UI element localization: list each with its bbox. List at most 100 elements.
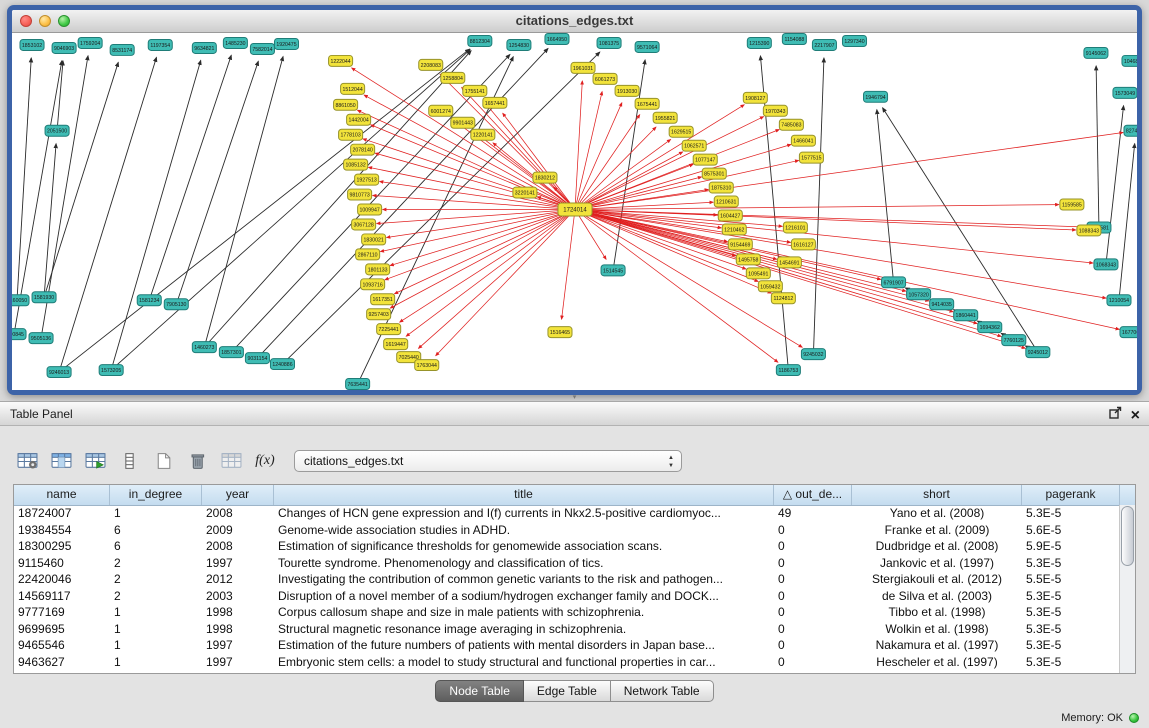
graph-node[interactable]: 1220141 — [471, 129, 495, 140]
graph-node[interactable]: 1495758 — [736, 254, 760, 265]
graph-node[interactable]: 9246013 — [47, 367, 71, 378]
column-header-pagerank[interactable]: pagerank — [1022, 485, 1120, 505]
table-row[interactable]: 1938455462009Genome-wide association stu… — [14, 522, 1120, 539]
graph-node[interactable]: 1186753 — [776, 365, 800, 376]
column-header-title[interactable]: title — [274, 485, 774, 505]
graph-node[interactable]: 2867110 — [356, 249, 380, 260]
table-row[interactable]: 2242004622012Investigating the contribut… — [14, 571, 1120, 588]
table-row[interactable]: 911546021997Tourette syndrome. Phenomeno… — [14, 555, 1120, 572]
graph-node[interactable]: 1616127 — [791, 239, 815, 250]
graph-node[interactable]: 1159585 — [1060, 199, 1084, 210]
graph-node[interactable]: 1778103 — [339, 129, 363, 140]
graph-node[interactable]: 9257403 — [367, 309, 391, 320]
table-row[interactable]: 969969511998Structural magnetic resonanc… — [14, 621, 1120, 638]
graph-node[interactable]: 1046820 — [1122, 55, 1137, 66]
column-header-name[interactable]: name — [14, 485, 110, 505]
graph-node[interactable]: 8861050 — [334, 99, 358, 110]
graph-node[interactable]: 2160050 — [12, 295, 29, 306]
graph-node[interactable]: 9245032 — [801, 349, 825, 360]
graph-node[interactable]: 1062571 — [682, 140, 706, 151]
zoom-window-button[interactable] — [58, 15, 70, 27]
graph-node[interactable]: 1617351 — [371, 294, 395, 305]
export-table-icon[interactable] — [82, 448, 108, 474]
graph-node[interactable]: 1857301 — [219, 347, 243, 358]
graph-node[interactable]: 9245012 — [1026, 347, 1050, 358]
minimize-window-button[interactable] — [39, 15, 51, 27]
graph-node[interactable]: 1197354 — [148, 39, 172, 50]
graph-node[interactable]: 9154469 — [728, 239, 752, 250]
graph-node[interactable]: 1454691 — [777, 257, 801, 268]
graph-node[interactable]: 1604427 — [718, 210, 742, 221]
graph-node[interactable]: 1955821 — [653, 112, 677, 123]
graph-node[interactable]: 2051500 — [45, 125, 69, 136]
graph-node[interactable]: 1860441 — [954, 310, 978, 321]
graph-node[interactable]: 1154088 — [782, 33, 806, 44]
graph-node[interactable]: 6791907 — [882, 277, 906, 288]
create-column-icon[interactable] — [150, 448, 176, 474]
graph-node[interactable]: 1210462 — [722, 224, 746, 235]
graph-node[interactable]: 6001274 — [429, 105, 453, 116]
graph-node[interactable]: 9046903 — [52, 42, 76, 53]
graph-node[interactable]: 1190845 — [12, 329, 26, 340]
tab-edge-table[interactable]: Edge Table — [524, 680, 611, 702]
graph-node[interactable]: 1059432 — [758, 281, 782, 292]
graph-node[interactable]: 7760125 — [1002, 335, 1026, 346]
graph-node[interactable]: 1853102 — [20, 39, 44, 50]
table-options-icon[interactable] — [14, 448, 40, 474]
column-header-out_degree[interactable]: △ out_de... — [774, 485, 852, 505]
graph-node[interactable]: 9901443 — [451, 117, 475, 128]
table-row[interactable]: 946362711997Embryonic stem cells: a mode… — [14, 654, 1120, 671]
graph-node[interactable]: 1085132 — [344, 159, 368, 170]
graph-node[interactable]: 1093716 — [361, 279, 385, 290]
graph-node[interactable]: 7582014 — [250, 43, 274, 54]
graph-node[interactable]: 1068343 — [1094, 259, 1118, 270]
graph-node[interactable]: 2208083 — [419, 59, 443, 70]
graph-node[interactable]: 1210054 — [1107, 295, 1131, 306]
graph-node[interactable]: 8812304 — [468, 35, 492, 46]
graph-node[interactable]: 2217907 — [812, 39, 836, 50]
graph-node[interactable]: 8575301 — [702, 168, 726, 179]
graph-node[interactable]: 1875310 — [709, 182, 733, 193]
network-graph[interactable]: 1853102904690317592048531174119735496348… — [12, 33, 1137, 390]
table-row[interactable]: 1872400712008Changes of HCN gene express… — [14, 505, 1120, 522]
graph-node[interactable]: 3220141 — [513, 187, 537, 198]
graph-node[interactable]: 1577515 — [799, 152, 823, 163]
graph-node[interactable]: 1009947 — [358, 204, 382, 215]
graph-node[interactable]: 1920475 — [274, 38, 298, 49]
graph-node[interactable]: 1619447 — [384, 339, 408, 350]
close-panel-icon[interactable]: × — [1131, 408, 1140, 423]
column-header-year[interactable]: year — [202, 485, 274, 505]
graph-node[interactable]: 1629515 — [669, 126, 693, 137]
network-canvas[interactable]: 1853102904690317592048531174119735496348… — [12, 33, 1137, 390]
graph-node[interactable]: 1514545 — [601, 265, 625, 276]
graph-node[interactable]: 1763044 — [415, 360, 439, 371]
graph-node[interactable]: 9634821 — [192, 42, 216, 53]
graph-node[interactable]: 1961031 — [571, 62, 595, 73]
float-panel-icon[interactable] — [1109, 406, 1122, 424]
tab-network-table[interactable]: Network Table — [611, 680, 714, 702]
graph-node[interactable]: 1516465 — [548, 327, 572, 338]
graph-node[interactable]: 1254830 — [507, 39, 531, 50]
graph-node[interactable]: 1222044 — [329, 55, 353, 66]
graph-node[interactable]: 7225441 — [377, 324, 401, 335]
scrollbar-thumb[interactable] — [1121, 506, 1134, 566]
graph-node[interactable]: 6061273 — [593, 73, 617, 84]
graph-node[interactable]: 1240886 — [270, 359, 294, 370]
graph-node[interactable]: 1573205 — [99, 365, 123, 376]
graph-node[interactable]: 8274301 — [1124, 125, 1137, 136]
column-header-short[interactable]: short — [852, 485, 1022, 505]
graph-node[interactable]: 1081375 — [597, 37, 621, 48]
graph-node[interactable]: 1216101 — [783, 222, 807, 233]
graph-node[interactable]: 1215390 — [747, 37, 771, 48]
window-titlebar[interactable]: citations_edges.txt — [12, 10, 1137, 33]
graph-node[interactable]: 1581234 — [137, 295, 161, 306]
graph-node[interactable]: 1258804 — [441, 72, 465, 83]
graph-node[interactable]: 1677060 — [1120, 327, 1137, 338]
graph-node[interactable]: 9031154 — [245, 353, 269, 364]
graph-node[interactable]: 7905130 — [164, 299, 188, 310]
graph-node[interactable]: 1946794 — [864, 91, 888, 102]
graph-node[interactable]: 1724014 — [558, 203, 592, 216]
graph-node[interactable]: 1913030 — [615, 85, 639, 96]
graph-node[interactable]: 1573049 — [1113, 87, 1137, 98]
table-selector-combobox[interactable]: citations_edges.txt ▲▼ — [294, 450, 682, 472]
